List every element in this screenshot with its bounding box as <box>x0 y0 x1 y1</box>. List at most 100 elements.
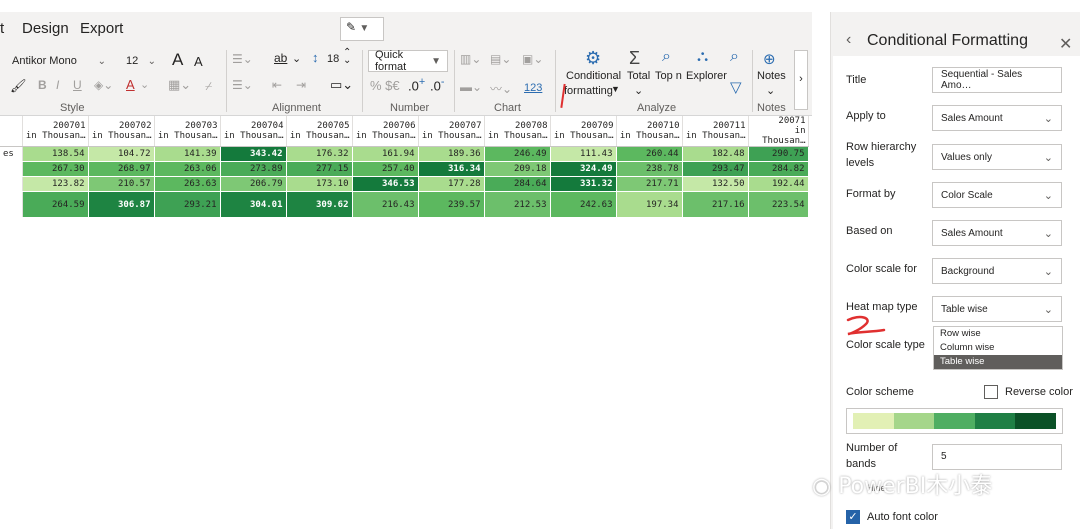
font-family-select[interactable]: Antikor Mono ⌄ <box>6 50 112 72</box>
grow-font-button[interactable]: A <box>172 50 183 70</box>
indent-increase-icon[interactable]: ⇥ <box>296 78 306 92</box>
column-header[interactable]: 200706 in Thousan… <box>352 116 419 147</box>
number-chart-button[interactable]: 123 <box>524 82 542 94</box>
table-cell[interactable]: 177.28 <box>418 176 485 192</box>
decrease-decimal-button[interactable]: .0- <box>430 76 444 93</box>
underline-button[interactable]: U <box>73 78 82 92</box>
line-chart-icon[interactable]: 〰⌄ <box>490 80 512 97</box>
column-header[interactable]: 200704 in Thousan… <box>220 116 287 147</box>
table-cell[interactable]: 111.43 <box>550 146 617 162</box>
view-toggle-button[interactable]: ✎ ▼ <box>340 17 384 41</box>
ribbon-scroll-right-button[interactable]: › <box>794 50 808 110</box>
back-icon[interactable]: ‹ <box>846 31 851 49</box>
table-cell[interactable]: 138.54 <box>22 146 89 162</box>
currency-format-button[interactable]: % $€ <box>370 78 400 93</box>
topn-icon[interactable]: ⌕ <box>662 48 671 66</box>
table-cell[interactable]: 192.44 <box>748 176 809 192</box>
align-left-icon[interactable]: ☰⌄ <box>232 78 253 92</box>
cell-padding-icon[interactable]: ▭⌄ <box>330 77 353 93</box>
menu-item-export[interactable]: Export <box>80 20 123 37</box>
table-cell[interactable]: 132.50 <box>682 176 749 192</box>
table-cell[interactable]: 216.43 <box>352 191 419 218</box>
menu-item-truncated[interactable]: t <box>0 20 4 37</box>
table-cell[interactable]: 141.39 <box>154 146 221 162</box>
table-cell[interactable]: 316.34 <box>418 161 485 177</box>
shrink-font-button[interactable]: A <box>194 54 203 69</box>
table-cell[interactable]: 217.16 <box>682 191 749 218</box>
line-spacing-icon[interactable]: ↕ <box>312 50 319 65</box>
table-cell[interactable]: 324.49 <box>550 161 617 177</box>
reverse-color-checkbox[interactable] <box>984 385 998 399</box>
table-cell[interactable]: 284.64 <box>484 176 551 192</box>
line-spacing-value[interactable]: 18 <box>327 53 339 65</box>
search-icon[interactable]: ⌕ <box>730 48 739 66</box>
table-cell[interactable]: 304.01 <box>220 191 287 218</box>
notes-button-label[interactable]: Notes <box>757 70 786 82</box>
font-color-icon[interactable]: A <box>126 77 135 92</box>
auto-font-color-checkbox[interactable]: ✓ <box>846 510 860 524</box>
conditional-formatting-label-1[interactable]: Conditional <box>566 70 621 82</box>
table-cell[interactable]: 242.63 <box>550 191 617 218</box>
table-cell[interactable]: 257.40 <box>352 161 419 177</box>
increase-decimal-button[interactable]: .0+ <box>408 76 425 93</box>
column-header[interactable]: 200710 in Thousan… <box>616 116 683 147</box>
table-cell[interactable]: 273.89 <box>220 161 287 177</box>
table-cell[interactable]: 268.97 <box>88 161 155 177</box>
table-cell[interactable]: 238.78 <box>616 161 683 177</box>
number-of-bands-input[interactable]: 5 <box>932 444 1062 470</box>
chart-options-icon[interactable]: ▣⌄ <box>522 52 543 66</box>
filter-icon[interactable]: ▽ <box>730 78 742 96</box>
table-cell[interactable]: 189.36 <box>418 146 485 162</box>
table-cell[interactable]: 104.72 <box>88 146 155 162</box>
title-input[interactable]: Sequential - Sales Amo… <box>932 67 1062 93</box>
column-header[interactable]: 200709 in Thousan… <box>550 116 617 147</box>
borders-icon[interactable]: ▦⌄ <box>168 77 191 93</box>
clear-format-icon[interactable]: ⌿ <box>205 79 212 94</box>
chevron-down-icon[interactable]: ▼ <box>611 84 620 94</box>
color-scheme-picker[interactable] <box>846 408 1063 434</box>
table-cell[interactable]: 267.30 <box>22 161 89 177</box>
table-cell[interactable]: 206.79 <box>220 176 287 192</box>
explorer-label[interactable]: Explorer <box>686 70 727 82</box>
row-hierarchy-dropdown[interactable]: Values only ⌄ <box>932 144 1062 170</box>
table-cell[interactable]: 123.82 <box>22 176 89 192</box>
close-icon[interactable]: ✕ <box>1059 34 1072 54</box>
column-header[interactable]: 200705 in Thousan… <box>286 116 353 147</box>
bold-button[interactable]: B <box>38 78 47 92</box>
column-chart-icon[interactable]: ▬⌄ <box>460 80 482 94</box>
table-cell[interactable]: 290.75 <box>748 146 809 162</box>
column-header[interactable]: 200707 in Thousan… <box>418 116 485 147</box>
table-cell[interactable]: 293.47 <box>682 161 749 177</box>
option-table-wise[interactable]: Table wise <box>934 355 1062 369</box>
column-header[interactable]: 200711 in Thousan… <box>682 116 749 147</box>
table-cell[interactable]: 306.87 <box>88 191 155 218</box>
sum-icon[interactable]: Σ <box>629 48 640 69</box>
hierarchy-icon[interactable]: ⛬ <box>697 48 708 66</box>
quick-format-select[interactable]: Quick format ▼ <box>368 49 448 73</box>
conditional-formatting-icon[interactable]: ⚙ <box>585 48 601 69</box>
chevron-down-icon[interactable]: ⌄ <box>140 78 149 91</box>
table-cell[interactable]: 173.10 <box>286 176 353 192</box>
row-header[interactable]: es <box>0 146 23 162</box>
table-cell[interactable]: 223.54 <box>748 191 809 218</box>
color-scale-for-dropdown[interactable]: Background ⌄ <box>932 258 1062 284</box>
based-on-dropdown[interactable]: Sales Amount ⌄ <box>932 220 1062 246</box>
menu-item-design[interactable]: Design <box>22 20 69 37</box>
option-row-wise[interactable]: Row wise <box>934 327 1062 341</box>
table-cell[interactable]: 293.21 <box>154 191 221 218</box>
column-header[interactable]: 200702 in Thousan… <box>88 116 155 147</box>
stepper-icon[interactable]: ⌃ ⌄ <box>343 48 351 66</box>
table-cell[interactable]: 346.53 <box>352 176 419 192</box>
table-cell[interactable]: 182.48 <box>682 146 749 162</box>
apply-to-dropdown[interactable]: Sales Amount ⌄ <box>932 105 1062 131</box>
format-by-dropdown[interactable]: Color Scale ⌄ <box>932 182 1062 208</box>
table-cell[interactable]: 176.32 <box>286 146 353 162</box>
table-cell[interactable]: 239.57 <box>418 191 485 218</box>
table-cell[interactable]: 246.49 <box>484 146 551 162</box>
notes-icon[interactable]: ⊕ <box>763 50 776 68</box>
align-icon[interactable]: ☰⌄ <box>232 52 253 66</box>
table-cell[interactable]: 309.62 <box>286 191 353 218</box>
option-column-wise[interactable]: Column wise <box>934 341 1062 355</box>
format-painter-icon[interactable]: 🖌 <box>10 78 27 94</box>
column-header[interactable]: 20071 in Thousan… <box>748 116 809 147</box>
